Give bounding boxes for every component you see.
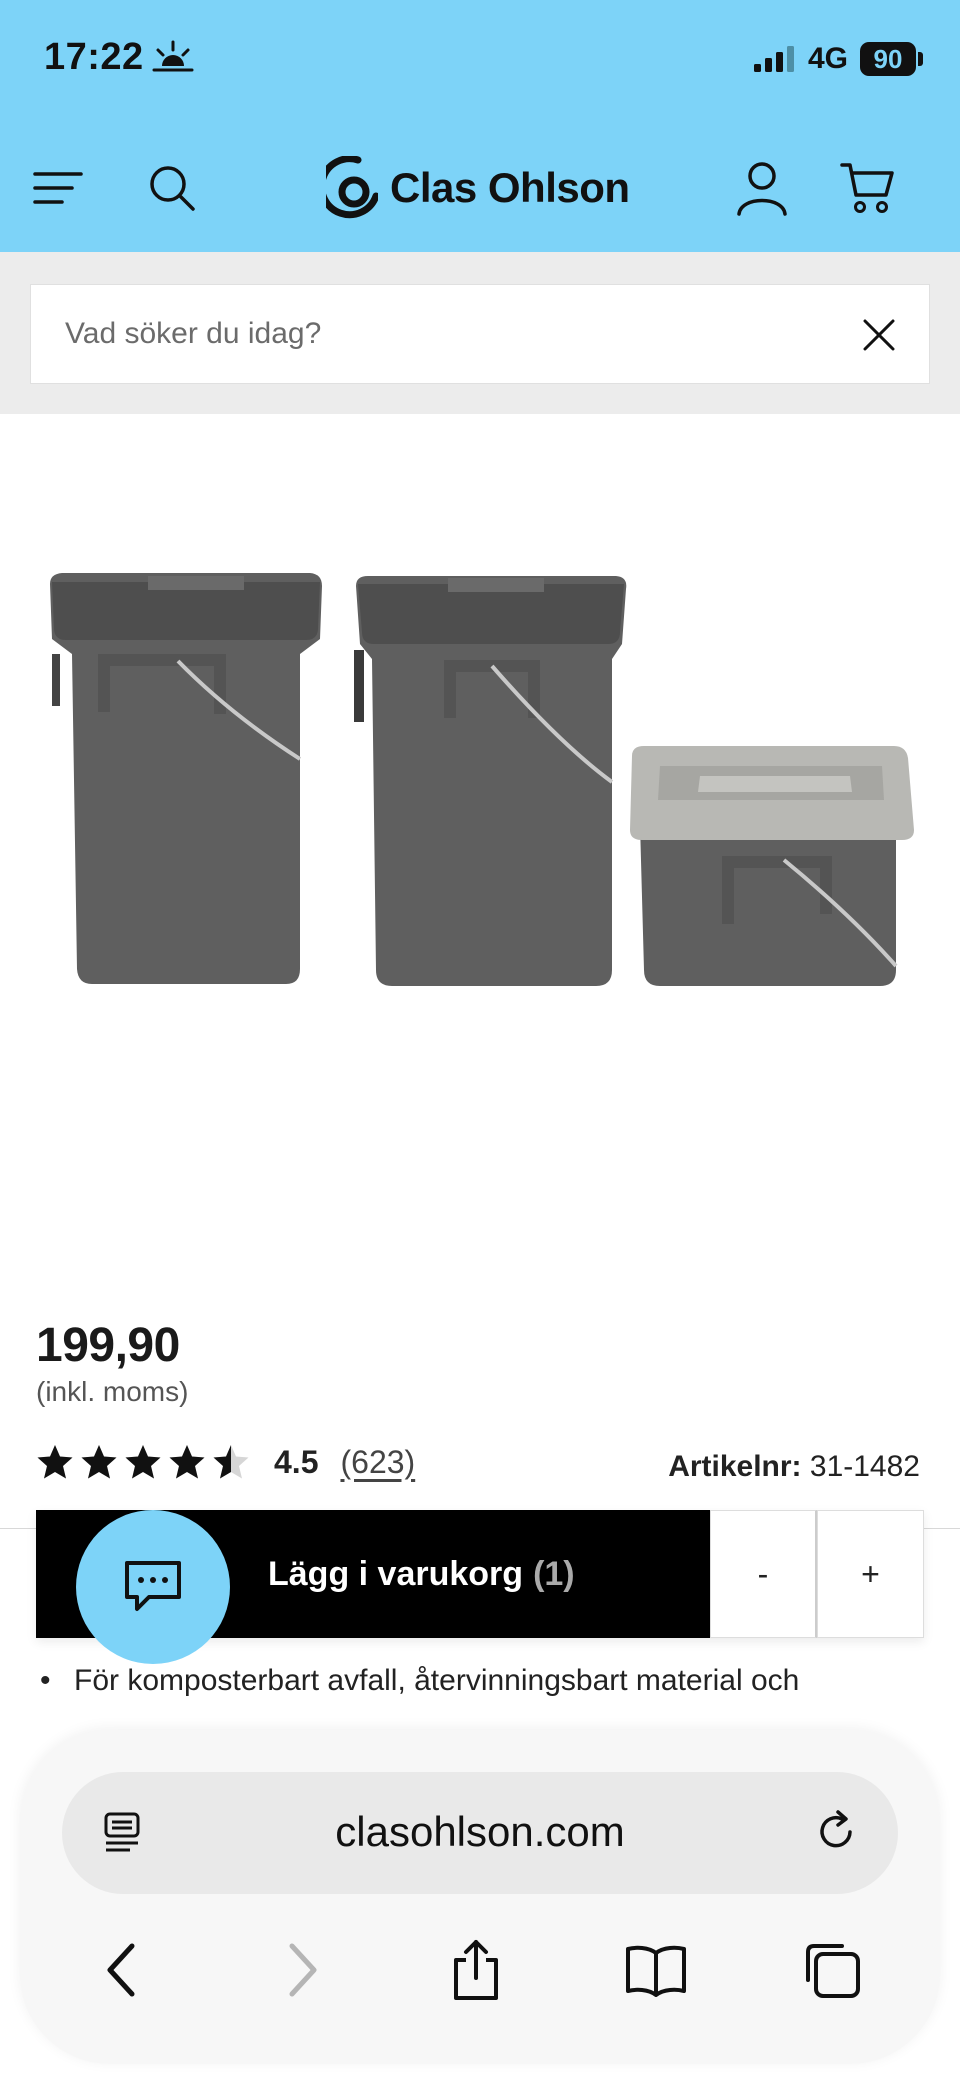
- star-icon: [81, 1445, 117, 1479]
- search-icon[interactable]: [140, 156, 204, 220]
- site-navbar: Clas Ohlson: [0, 130, 960, 252]
- reload-icon[interactable]: [812, 1808, 860, 1856]
- back-icon[interactable]: [82, 1930, 162, 2010]
- brand-logo[interactable]: Clas Ohlson: [326, 150, 630, 226]
- article-number-value: 31-1482: [809, 1450, 920, 1483]
- address-bar[interactable]: clasohlson.com: [62, 1772, 898, 1894]
- star-icon: [37, 1445, 73, 1479]
- account-icon[interactable]: [730, 156, 794, 220]
- menu-icon[interactable]: [26, 156, 90, 220]
- product-image[interactable]: [0, 414, 960, 1294]
- price-vat-note: (inkl. moms): [36, 1376, 189, 1407]
- quantity-increase-button[interactable]: +: [817, 1510, 924, 1638]
- product-bullet: • För komposterbart avfall, återvinnings…: [40, 1664, 920, 1700]
- bucket-large-middle: [354, 576, 627, 986]
- rating-stars: [36, 1443, 250, 1481]
- cart-icon[interactable]: [836, 156, 900, 220]
- cart-quantity: (1): [533, 1554, 575, 1593]
- url-text: clasohlson.com: [335, 1808, 625, 1855]
- battery-tip: [918, 52, 923, 66]
- compost-bucket-set-image: [50, 573, 914, 986]
- signal-icon: [754, 46, 794, 72]
- star-icon: [125, 1445, 161, 1479]
- chat-button[interactable]: [76, 1510, 230, 1664]
- quantity-decrease-button[interactable]: -: [710, 1510, 817, 1638]
- status-bar: 17:22 4G 90: [0, 0, 960, 120]
- product-page: 17:22 4G 90 Clas Ohlson Vad söker du ida…: [0, 0, 960, 2079]
- add-to-cart-label: Lägg i varukorg: [268, 1554, 524, 1593]
- article-number-label: Artikelnr:: [668, 1450, 802, 1483]
- logo-mark: [326, 156, 378, 219]
- close-icon[interactable]: [859, 315, 899, 355]
- sun-icon: [152, 40, 194, 72]
- rating-count-link[interactable]: (623): [340, 1444, 415, 1481]
- product-price: 199,90: [36, 1319, 180, 1372]
- search-section: Vad söker du idag?: [0, 252, 960, 414]
- rating-value: 4.5: [274, 1443, 319, 1480]
- bookmarks-icon[interactable]: [616, 1930, 696, 2010]
- battery-indicator: 90: [860, 42, 916, 76]
- forward-icon[interactable]: [262, 1930, 342, 2010]
- bullet-dot: •: [40, 1664, 51, 1697]
- status-time: 17:22: [44, 36, 144, 78]
- share-icon[interactable]: [436, 1930, 516, 2010]
- brand-name: Clas Ohlson: [390, 164, 630, 211]
- tabs-icon[interactable]: [792, 1930, 872, 2010]
- star-icon: [213, 1445, 249, 1479]
- search-input[interactable]: Vad söker du idag?: [30, 284, 930, 384]
- bucket-small-lidded: [630, 746, 914, 986]
- browser-toolbar: clasohlson.com: [20, 1730, 940, 2064]
- search-placeholder: Vad söker du idag?: [65, 317, 322, 350]
- bucket-large-left: [50, 573, 322, 984]
- product-rating[interactable]: 4.5 (623): [36, 1440, 415, 1484]
- article-number: Artikelnr: 31-1482: [668, 1450, 920, 1484]
- bullet-text: För komposterbart avfall, återvinningsba…: [74, 1664, 800, 1697]
- chat-icon: [125, 1561, 181, 1611]
- star-icon: [169, 1445, 205, 1479]
- app-header: 17:22 4G 90 Clas Ohlson: [0, 0, 960, 252]
- network-type: 4G: [808, 42, 849, 75]
